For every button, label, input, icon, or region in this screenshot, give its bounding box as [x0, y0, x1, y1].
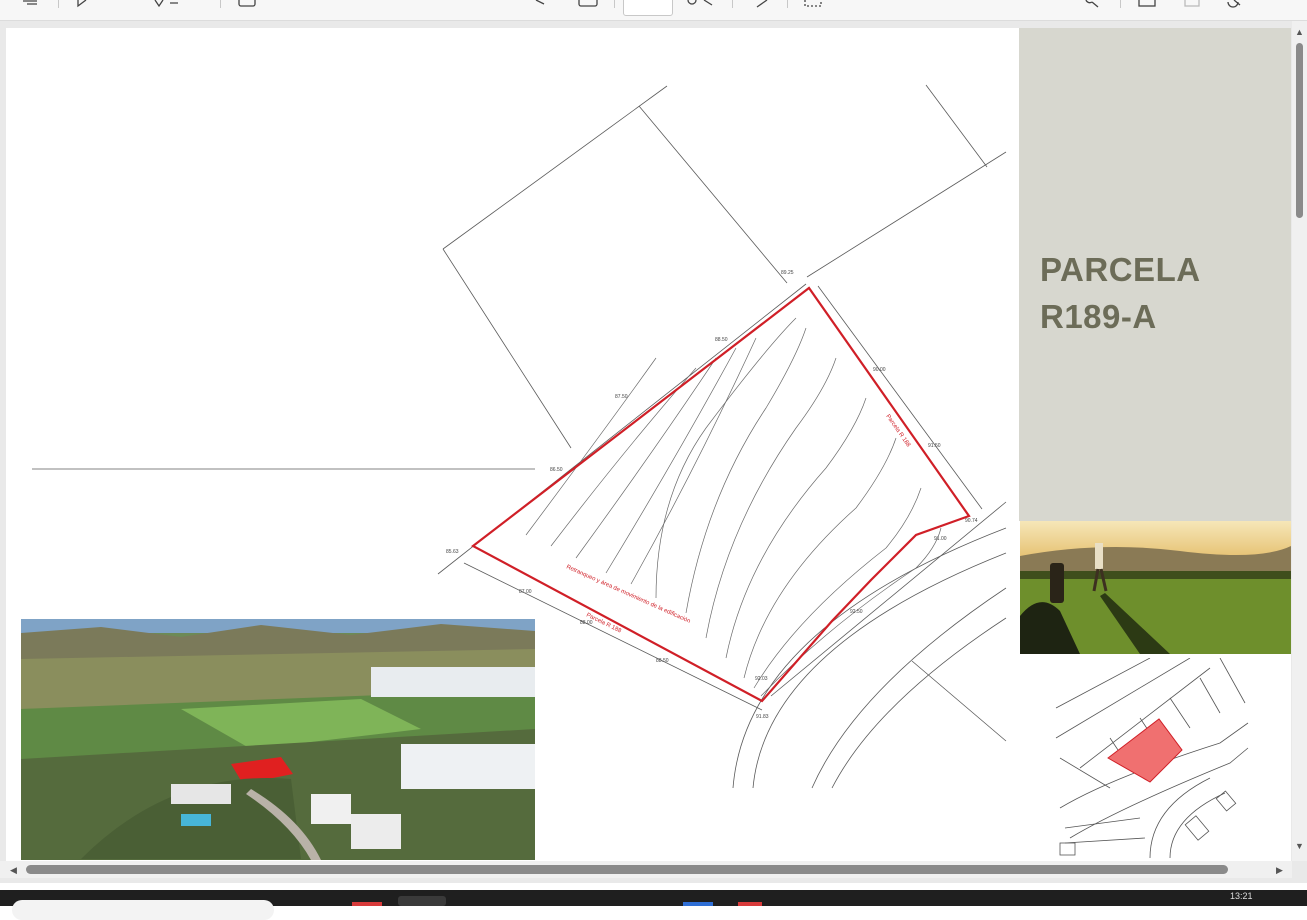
- taskbar-app-icon[interactable]: [352, 902, 382, 906]
- pdf-page: 85.63 86.50 87.50 88.50 89.25 90.00 91.50 90…: [6, 28, 1291, 878]
- toolbar-separator: [732, 0, 733, 8]
- toolbar-separator: [220, 0, 221, 8]
- toolbar-separator: [614, 0, 615, 8]
- svg-text:92.50: 92.50: [850, 609, 863, 615]
- svg-text:91.50: 91.50: [928, 443, 941, 449]
- scroll-right-arrow-icon[interactable]: ▶: [1276, 865, 1283, 875]
- toolbar-separator: [58, 0, 59, 8]
- parcel-title-text: PARCELA R189-A: [1040, 251, 1201, 335]
- pdf-toolbar: 1: [0, 0, 1307, 21]
- svg-text:91.83: 91.83: [756, 714, 769, 720]
- select-icon[interactable]: [803, 0, 825, 8]
- toolbar-separator: [787, 0, 788, 8]
- zoom-out-icon[interactable]: [534, 0, 548, 8]
- page-view-icon[interactable]: [577, 0, 599, 8]
- print-icon[interactable]: [1137, 0, 1159, 8]
- horizontal-scrollbar[interactable]: ◀ ▶: [0, 861, 1292, 878]
- svg-text:85.63: 85.63: [446, 549, 459, 555]
- svg-text:87.00: 87.00: [519, 589, 532, 595]
- draw-icon[interactable]: [76, 0, 94, 8]
- fit-icon[interactable]: [755, 0, 771, 8]
- svg-text:92.03: 92.03: [755, 676, 768, 682]
- highlight-icon[interactable]: [152, 0, 180, 8]
- taskbar: 13:21: [0, 890, 1307, 920]
- sidebar-icon[interactable]: [22, 0, 40, 8]
- title-panel: PARCELA R189-A: [1019, 28, 1291, 521]
- share-icon[interactable]: [1226, 0, 1248, 8]
- taskbar-app-icon[interactable]: [738, 902, 762, 906]
- svg-text:86.50: 86.50: [550, 467, 563, 473]
- toolbar-separator: [1120, 0, 1121, 8]
- search-icon[interactable]: [1082, 0, 1104, 8]
- page-number-input[interactable]: 1: [623, 0, 673, 16]
- location-map: [1020, 658, 1291, 858]
- aerial-photo: [21, 619, 535, 860]
- save-icon[interactable]: [1183, 0, 1205, 8]
- svg-text:88.50: 88.50: [656, 658, 669, 664]
- parcel-boundary: [470, 286, 971, 703]
- svg-text:88.00: 88.00: [580, 620, 593, 626]
- rotate-icon[interactable]: [686, 0, 716, 8]
- taskbar-app-icon[interactable]: [398, 896, 446, 906]
- clock[interactable]: 13:21: [1230, 891, 1253, 901]
- svg-text:90.74: 90.74: [965, 518, 978, 524]
- parcel-title: PARCELA R189-A: [1040, 246, 1280, 340]
- horizontal-scroll-thumb[interactable]: [26, 865, 1228, 874]
- svg-text:Parcela R 188: Parcela R 188: [884, 414, 911, 449]
- vertical-scrollbar[interactable]: ▲ ▼: [1292, 21, 1307, 861]
- scroll-left-arrow-icon[interactable]: ◀: [10, 865, 17, 875]
- scroll-up-arrow-icon[interactable]: ▲: [1295, 27, 1304, 37]
- svg-text:89.25: 89.25: [781, 270, 794, 276]
- document-viewer[interactable]: 85.63 86.50 87.50 88.50 89.25 90.00 91.50 90…: [0, 21, 1307, 883]
- svg-text:Retranqueo y área de movimient: Retranqueo y área de movimiento de la ed…: [565, 564, 691, 624]
- svg-text:87.50: 87.50: [615, 394, 628, 400]
- info-icon[interactable]: [237, 0, 259, 8]
- taskbar-app-icon[interactable]: [683, 902, 713, 906]
- svg-text:90.00: 90.00: [873, 367, 886, 373]
- scroll-down-arrow-icon[interactable]: ▼: [1295, 841, 1304, 851]
- golf-photo: [1020, 521, 1291, 654]
- vertical-scroll-thumb[interactable]: [1296, 43, 1303, 218]
- svg-text:88.50: 88.50: [715, 337, 728, 343]
- svg-text:91.00: 91.00: [934, 536, 947, 542]
- taskbar-search-box[interactable]: [12, 900, 274, 920]
